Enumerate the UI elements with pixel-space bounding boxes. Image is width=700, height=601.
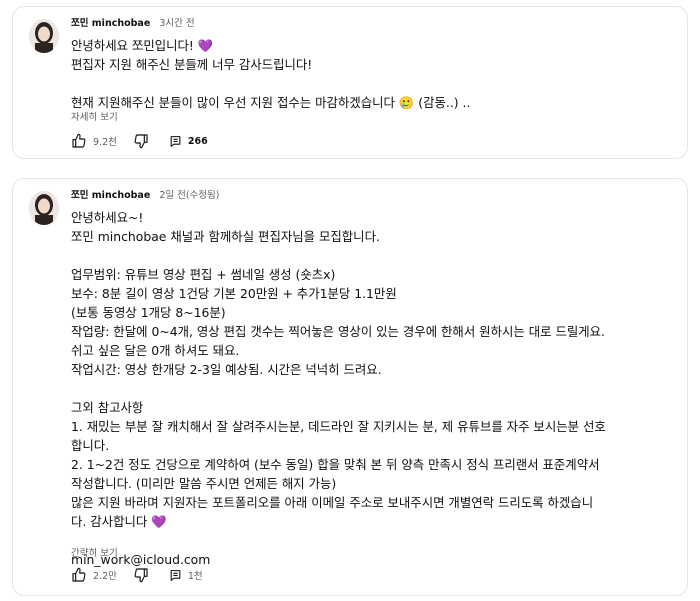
community-post-card: 쪼민 minchobae 3시간 전 안녕하세요 쪼민입니다! 💜 편집자 지원… (12, 6, 688, 159)
dislike-button[interactable] (133, 133, 149, 149)
post-line: (보통 동영상 1개당 8~16분) (71, 305, 226, 320)
post-line: 쪼민 minchobae 채널과 함께하실 편집자님을 모집합니다. (71, 229, 380, 244)
comments-button[interactable]: 1천 (169, 568, 203, 582)
post-line: 업무범위: 유튜브 영상 편집 + 썸네일 생성 (숏츠x) (71, 267, 336, 282)
post-line: 많은 지원 바라며 지원자는 포트폴리오를 아래 이메일 주소로 보내주시면 개… (71, 495, 594, 510)
post-line: 편집자 지원 해주신 분들께 너무 감사드립니다! (71, 57, 313, 72)
post-line: 작업시간: 영상 한개당 2-3일 예상됨. 시간은 넉넉히 드려요. (71, 362, 382, 377)
author-name[interactable]: 쪼민 minchobae (71, 18, 150, 29)
post-body: 안녕하세요 쪼민입니다! 💜 편집자 지원 해주신 분들께 너무 감사드립니다!… (71, 36, 470, 112)
post-time[interactable]: 2일 전(수정됨) (159, 190, 219, 201)
post-line: 다. 감사합니다 (71, 514, 152, 529)
post-header: 쪼민 minchobae 3시간 전 (71, 17, 195, 31)
thumbs-down-icon (134, 134, 148, 149)
read-more-link[interactable]: 자세히 보기 (71, 109, 118, 123)
comment-count: 1천 (187, 571, 203, 582)
purple-heart-icon: 💜 (151, 514, 167, 529)
post-actions: 2.2만 1천 (71, 565, 203, 585)
post-line: 쉬고 싶은 달은 0개 하셔도 돼요. (71, 343, 240, 358)
post-line: 현재 지원해주신 분들이 많이 우선 지원 접수는 마감하겠습니다 🥲 (감동.… (71, 95, 471, 110)
thumbs-up-icon (72, 133, 86, 148)
avatar-image (29, 19, 59, 53)
post-actions: 9.2천 266 (71, 131, 208, 151)
comments-icon (170, 569, 181, 581)
thumbs-down-icon (134, 568, 148, 583)
comments-button[interactable]: 266 (169, 135, 208, 148)
like-button[interactable]: 9.2천 (71, 133, 117, 149)
post-header: 쪼민 minchobae 2일 전(수정됨) (71, 189, 220, 203)
post-line: 그외 참고사항 (71, 400, 144, 415)
purple-heart-icon: 💜 (197, 38, 214, 53)
like-count: 2.2만 (93, 571, 117, 582)
post-line: 보수: 8분 길이 영상 1건당 기본 20만원 + 추가1분당 1.1만원 (71, 286, 397, 301)
avatar-image (29, 191, 59, 225)
community-post-card: 쪼민 minchobae 2일 전(수정됨) 안녕하세요~! 쪼민 mincho… (12, 178, 688, 596)
comment-count: 266 (187, 135, 208, 147)
like-button[interactable]: 2.2만 (71, 567, 117, 583)
avatar[interactable] (29, 191, 59, 225)
comments-icon (170, 135, 181, 147)
like-count: 9.2천 (93, 137, 117, 148)
post-line: 합니다. (71, 438, 110, 453)
post-time[interactable]: 3시간 전 (159, 18, 194, 29)
post-line: 안녕하세요~! (71, 210, 144, 225)
dislike-button[interactable] (133, 567, 149, 583)
avatar[interactable] (29, 19, 59, 53)
author-name[interactable]: 쪼민 minchobae (71, 190, 150, 201)
post-line: 2. 1~2건 정도 건당으로 계약하여 (보수 동일) 합을 맞춰 본 뒤 양… (71, 457, 600, 472)
post-line: 작업량: 한달에 0~4개, 영상 편집 갯수는 찍어놓은 영상이 있는 경우에… (71, 324, 605, 339)
post-line: 작성합니다. (미리만 말씀 주시면 언제든 해지 가능) (71, 476, 337, 491)
show-less-link[interactable]: 간략히 보기 (71, 545, 118, 559)
post-line: 1. 재밌는 부분 잘 캐치해서 잘 살려주시는분, 데드라인 잘 지키시는 분… (71, 419, 606, 434)
thumbs-up-icon (72, 567, 86, 582)
post-body: 안녕하세요~! 쪼민 minchobae 채널과 함께하실 편집자님을 모집합니… (71, 208, 606, 569)
post-line: 안녕하세요 쪼민입니다! (71, 38, 198, 53)
